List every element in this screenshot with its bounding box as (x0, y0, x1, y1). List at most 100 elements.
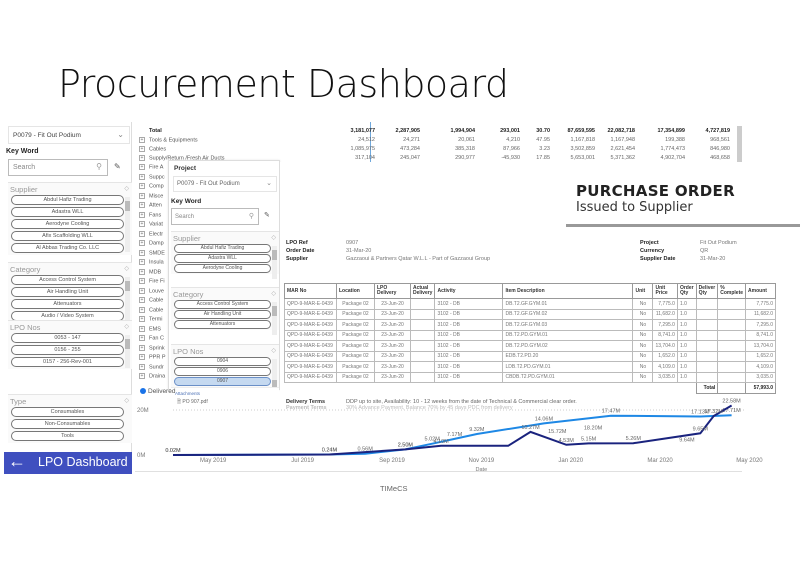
expand-icon[interactable]: + (139, 202, 145, 208)
expand-icon[interactable]: + (139, 192, 145, 199)
matrix-row[interactable]: + Sundr (139, 363, 164, 372)
clear-selection-icon[interactable]: ◇ (271, 347, 276, 354)
slicer-option[interactable]: Abdul Hafiz Trading (174, 244, 271, 253)
slicer-option[interactable]: Adastra WLL (174, 254, 271, 263)
slicer-option[interactable]: 0053 - 147 (11, 333, 124, 343)
column-header[interactable]: Deliver Qty (695, 283, 719, 299)
matrix-row[interactable]: + Misce (139, 192, 163, 201)
project-dropdown[interactable]: P0079 - Fit Out Podium ⌄ (8, 126, 130, 144)
matrix-row[interactable]: + PPR P (139, 354, 166, 362)
column-header[interactable]: Actual Delivery (409, 283, 436, 299)
expand-icon[interactable]: + (139, 164, 145, 170)
matrix-row[interactable]: + Damp (139, 240, 164, 248)
matrix-row[interactable]: + Variat (139, 221, 163, 229)
expand-icon[interactable]: + (139, 316, 145, 322)
expand-icon[interactable]: + (139, 287, 145, 294)
slicer-option[interactable]: Attenuators (11, 299, 124, 309)
matrix-row[interactable]: + Louve (139, 287, 164, 296)
clear-selection-icon[interactable]: ◇ (124, 265, 129, 272)
matrix-row[interactable]: + Fire Fi (139, 278, 165, 286)
clear-selection-icon[interactable]: ◇ (271, 290, 276, 297)
matrix-row[interactable]: + Tools & Equipments (139, 137, 198, 145)
slicer-scrollbar[interactable] (272, 246, 277, 279)
slicer-scrollbar[interactable] (125, 197, 130, 252)
slicer-option[interactable]: Adastra WLL (11, 207, 124, 217)
expand-icon[interactable]: + (139, 306, 145, 313)
matrix-row[interactable]: Total (149, 128, 162, 136)
clear-selection-icon[interactable]: ◇ (271, 234, 276, 241)
table-row[interactable]: QPD-9-MAR-E-0439 Package 02 23-Jun-20 3102 … (284, 340, 777, 352)
matrix-row[interactable]: + SMDE (139, 249, 165, 258)
column-header[interactable]: LPO Delivery (374, 283, 411, 299)
expand-icon[interactable]: + (139, 240, 145, 246)
scrollbar-thumb[interactable] (272, 250, 277, 260)
table-row[interactable]: QPD-9-MAR-E-0439 Package 02 23-Jun-20 3102 … (284, 308, 777, 320)
matrix-row[interactable]: + EMS (139, 325, 161, 334)
expand-icon[interactable]: + (139, 278, 145, 284)
matrix-row[interactable]: + Cable (139, 306, 163, 315)
table-row[interactable]: QPD-9-MAR-E-0439 Package 02 23-Jun-20 3102 … (284, 371, 777, 383)
matrix-row[interactable]: + MDB (139, 268, 161, 277)
matrix-row[interactable]: + Termi (139, 316, 162, 324)
lpo-dashboard-button[interactable]: ← LPO Dashboard (4, 451, 132, 474)
search-input[interactable]: Search ⚲ (8, 159, 108, 176)
scrollbar-thumb[interactable] (125, 339, 130, 349)
expand-icon[interactable]: + (139, 259, 145, 265)
table-row[interactable]: QPD-9-MAR-E-0439 Package 02 23-Jun-20 3102 … (284, 361, 777, 373)
expand-icon[interactable]: + (139, 221, 145, 227)
column-header[interactable]: Location (336, 283, 375, 299)
slicer-scrollbar[interactable] (272, 302, 277, 335)
eraser-icon[interactable]: ✎ (264, 211, 270, 219)
column-header[interactable]: MAR No (284, 283, 337, 299)
matrix-row[interactable]: + Electr (139, 230, 163, 239)
expand-icon[interactable]: + (139, 297, 145, 303)
matrix-row[interactable]: + Fan C (139, 335, 164, 343)
expand-icon[interactable]: + (139, 155, 145, 161)
table-row[interactable]: QPD-9-MAR-E-0439 Package 02 23-Jun-20 3102 … (284, 319, 777, 331)
matrix-row[interactable]: + Comp (139, 183, 164, 191)
slicer-option[interactable]: Access Control System (174, 300, 271, 309)
column-header[interactable]: Item Description (502, 283, 634, 299)
scrollbar-thumb[interactable] (125, 281, 130, 291)
column-header[interactable]: Unit Price (652, 283, 678, 299)
clear-selection-icon[interactable]: ◇ (124, 397, 129, 404)
column-header[interactable]: % Complete (717, 283, 747, 299)
table-row[interactable]: QPD-9-MAR-E-0439 Package 02 23-Jun-20 3102 … (284, 350, 777, 362)
column-header[interactable]: Activity (434, 283, 504, 299)
eraser-icon[interactable]: ✎ (114, 162, 121, 171)
expand-icon[interactable]: + (139, 137, 145, 143)
scrollbar-thumb[interactable] (272, 306, 277, 316)
matrix-row[interactable]: + Atten (139, 202, 162, 210)
slicer-option[interactable]: 0906 (174, 367, 271, 376)
clear-selection-icon[interactable]: ◇ (124, 323, 129, 330)
slicer-option[interactable]: 0156 - 255 (11, 345, 124, 355)
matrix-row[interactable]: + Insula (139, 259, 164, 267)
column-header[interactable]: Order Qty (676, 283, 697, 299)
clear-selection-icon[interactable]: ◇ (124, 185, 129, 192)
matrix-row[interactable]: + Cables (139, 146, 166, 154)
expand-icon[interactable]: + (139, 183, 145, 189)
slicer-option[interactable]: Consumables (11, 407, 124, 417)
expand-icon[interactable]: + (139, 354, 145, 360)
matrix-row[interactable]: + Suppc (139, 173, 165, 182)
slicer-option[interactable]: Non-Consumables (11, 419, 124, 429)
column-header[interactable]: Unit (632, 283, 654, 299)
slicer-option[interactable]: Aerodyne Cooling (11, 219, 124, 229)
matrix-row[interactable]: + Cable (139, 297, 163, 305)
matrix-row[interactable]: + Draina (139, 373, 165, 381)
slicer-option[interactable]: Attenuators (174, 320, 271, 329)
expand-icon[interactable]: + (139, 363, 145, 370)
table-row[interactable]: QPD-9-MAR-E-0439 Package 02 23-Jun-20 3102 … (284, 298, 777, 310)
slicer-option[interactable]: 0157 - 256-Rev-001 (11, 357, 124, 367)
slicer-option[interactable]: Air Handling Unit (11, 287, 124, 297)
matrix-scrollbar[interactable] (737, 126, 742, 166)
matrix-row[interactable]: + Fire A (139, 164, 163, 172)
expand-icon[interactable]: + (139, 335, 145, 341)
expand-icon[interactable]: + (139, 146, 145, 152)
expand-icon[interactable]: + (139, 325, 145, 332)
slicer-option[interactable]: Access Control System (11, 275, 124, 285)
expand-icon[interactable]: + (139, 173, 145, 180)
slicer-option[interactable]: Afix Scaffolding WLL (11, 231, 124, 241)
slicer-option[interactable]: Tools (11, 431, 124, 441)
matrix-row[interactable]: + Fans (139, 211, 161, 220)
